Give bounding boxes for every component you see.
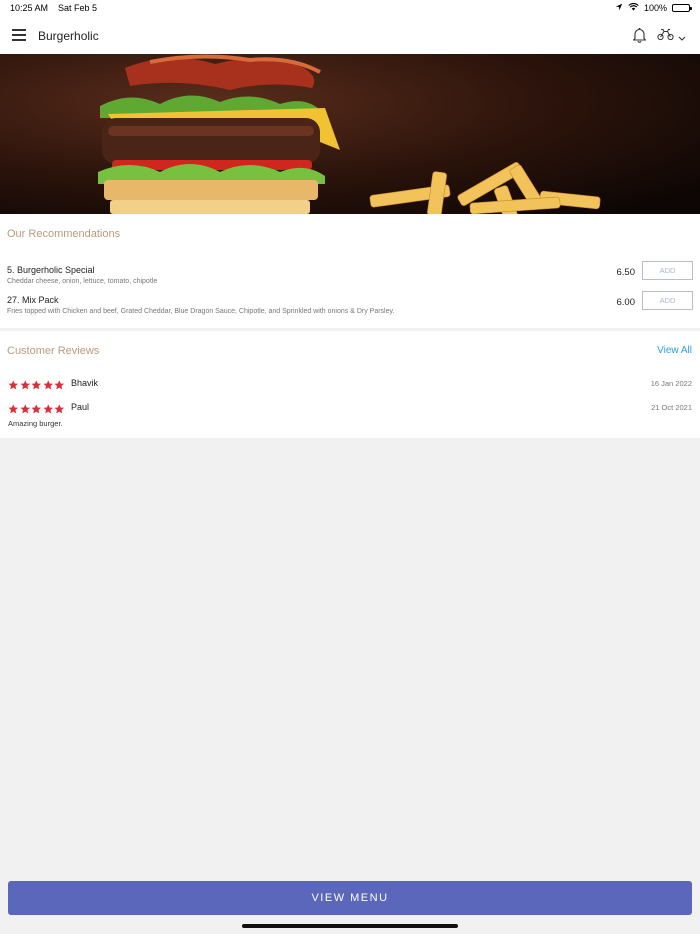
item-description: Fries topped with Chicken and beef, Grat… [7,308,395,315]
item-price: 6.00 [616,297,636,308]
star-icon [31,377,42,395]
star-icon [19,377,31,395]
scooter-icon [657,28,674,46]
status-date: Sat Feb 5 [58,3,98,13]
star-icon [19,401,31,419]
review-date: 16 Jan 2022 [650,379,692,388]
recommendations-section: Our Recommendations 5. Burgerholic Speci… [0,214,700,328]
item-description: Cheddar cheese, onion, lettuce, tomato, … [7,278,158,285]
reviewer-name: Paul [71,402,90,412]
notification-bell-icon[interactable] [632,27,647,48]
add-to-cart-button[interactable]: ADD [642,291,693,310]
star-icon [8,377,19,395]
view-menu-button[interactable]: VIEW MENU [8,881,692,915]
restaurant-title: Burgerholic [38,29,99,43]
item-name: 5. Burgerholic Special [7,265,95,275]
star-icon [31,401,42,419]
delivery-mode-selector[interactable] [657,28,686,46]
wifi-icon [628,2,639,13]
recommendations-title: Our Recommendations [7,228,121,240]
star-icon [54,377,65,395]
star-rating [8,401,65,419]
star-icon [42,377,54,395]
view-all-reviews-link[interactable]: View All [657,345,692,356]
chevron-down-icon [678,28,686,46]
recommendation-item[interactable]: 27. Mix Pack Fries topped with Chicken a… [7,291,693,325]
review-text: Amazing burger. [8,419,63,428]
item-name: 27. Mix Pack [7,295,59,305]
review-item: Paul 21 Oct 2021 [8,401,692,415]
recommendation-item[interactable]: 5. Burgerholic Special Cheddar cheese, o… [7,261,693,295]
star-icon [54,401,65,419]
review-date: 21 Oct 2021 [651,403,692,412]
item-price: 6.50 [616,267,636,278]
customer-reviews-section: Customer Reviews View All Bhavik 16 Jan … [0,331,700,438]
review-item: Bhavik 16 Jan 2022 [8,377,692,391]
battery-icon [672,4,692,12]
reviews-title: Customer Reviews [7,345,100,357]
reviewer-name: Bhavik [71,378,99,388]
star-icon [42,401,54,419]
battery-percentage: 100% [643,3,667,13]
hamburger-menu-icon[interactable] [12,29,26,41]
add-to-cart-button[interactable]: ADD [642,261,693,280]
status-time: 10:25 AM [10,3,49,13]
status-bar: 10:25 AM Sat Feb 5 100% [0,0,700,17]
location-arrow-icon [615,3,623,13]
star-rating [8,377,65,395]
nav-bar: Burgerholic [0,17,700,54]
home-indicator[interactable] [242,924,458,928]
hero-burger-image [0,54,700,214]
star-icon [8,401,19,419]
